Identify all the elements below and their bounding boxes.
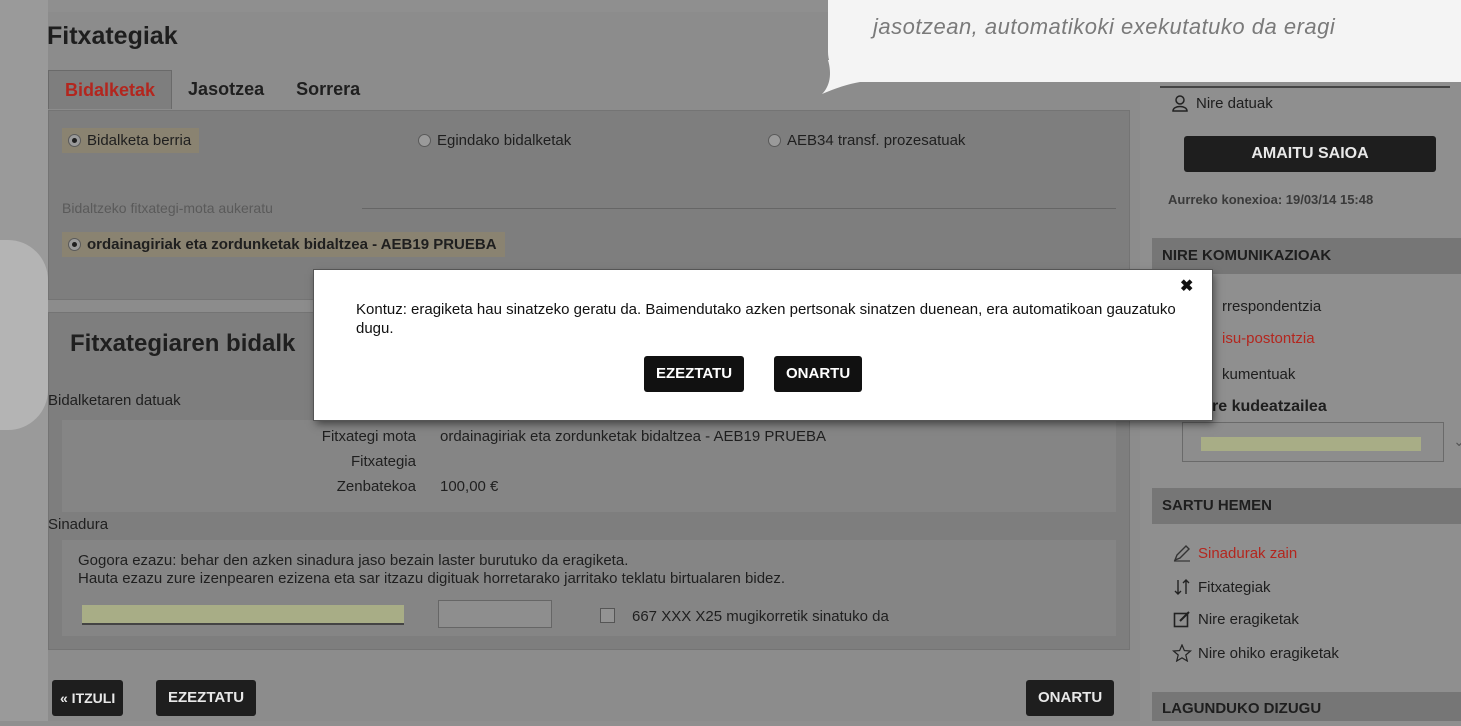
mobile-sign-checkbox[interactable]: [600, 608, 615, 623]
chevron-down-icon: ⌄: [1453, 433, 1461, 449]
radio-label: ordainagiriak eta zordunketak bidaltzea …: [87, 236, 497, 253]
sidebar-item-pending-signatures[interactable]: Sinadurak zain: [1172, 544, 1297, 562]
callout-text: jasotzean, automatikoki exekutatuko da e…: [873, 14, 1336, 39]
tab-sorrera[interactable]: Sorrera: [280, 70, 376, 108]
signature-line1: Gogora ezazu: behar den azken sinadura j…: [78, 552, 629, 569]
sidebar-item-files[interactable]: Fitxategiak: [1172, 578, 1271, 596]
signature-heading: Sinadura: [48, 516, 109, 533]
sidebar-item-label: Sinadurak zain: [1198, 544, 1298, 562]
radio-label: AEB34 transf. prozesatuak: [787, 132, 966, 149]
back-button[interactable]: « ITZULI: [52, 680, 124, 716]
radio-label: Bidalketa berria: [87, 132, 192, 149]
data-heading: Bidalketaren datuak: [48, 392, 181, 409]
sort-arrows-icon: [1172, 578, 1192, 596]
sidebar-my-data[interactable]: Nire datuak: [1170, 94, 1273, 112]
close-icon[interactable]: ✖: [1180, 276, 1193, 296]
user-icon: [1170, 94, 1190, 112]
sidebar-item-usual-operations[interactable]: Nire ohiko eragiketak: [1172, 644, 1339, 662]
radio-new-send[interactable]: Bidalketa berria: [62, 128, 200, 153]
confirm-dialog: ✖ Kontuz: eragiketa hau sinatzeko geratu…: [314, 270, 1212, 420]
section-title: Fitxategiaren bidalk: [70, 330, 296, 357]
enter-section-title: SARTU HEMEN: [1152, 488, 1461, 524]
accept-button[interactable]: ONARTU: [1026, 680, 1115, 716]
radio-aeb34[interactable]: AEB34 transf. prozesatuak: [768, 132, 965, 149]
star-icon: [1172, 644, 1192, 662]
detail-label: Zenbatekoa: [336, 478, 416, 495]
comms-section-title: NIRE KOMUNIKAZIOAK: [1152, 238, 1461, 274]
cancel-button[interactable]: EZEZTATU: [156, 680, 257, 716]
sidebar-item-my-operations[interactable]: Nire eragiketak: [1172, 610, 1299, 628]
sidebar-item-label: Nire datuak: [1196, 94, 1273, 112]
callout-tail: [822, 60, 860, 94]
digits-input[interactable]: [438, 600, 552, 628]
radio-done-sends[interactable]: Egindako bidalketak: [418, 132, 571, 149]
radio-file-type[interactable]: ordainagiriak eta zordunketak bidaltzea …: [62, 232, 505, 257]
sidebar-item-notice-box[interactable]: isu-postontzia: [1222, 330, 1315, 347]
tab-jasotzea[interactable]: Jasotzea: [172, 70, 280, 108]
dropdown-value: [1201, 437, 1421, 451]
mobile-sign-label: 667 XXX X25 mugikorretik sinatuko da: [632, 608, 889, 625]
tab-bar: Bidalketak Jasotzea Sorrera: [48, 70, 376, 110]
file-type-legend: Bidaltzeko fitxategi-mota aukeratu: [62, 200, 273, 216]
dialog-cancel-button[interactable]: EZEZTATU: [644, 356, 745, 392]
sidebar-divider: [1160, 86, 1450, 88]
sidebar-item-label: Fitxategiak: [1198, 578, 1271, 596]
alias-select[interactable]: [82, 605, 404, 625]
detail-value: ordainagiriak eta zordunketak bidaltzea …: [440, 428, 827, 445]
manager-dropdown[interactable]: ⌄: [1182, 422, 1461, 462]
sidebar-item-correspondence[interactable]: rrespondentzia: [1222, 298, 1321, 315]
sidebar-item-manager[interactable]: re kudeatzailea: [1212, 398, 1327, 416]
detail-label: Fitxategi mota: [321, 428, 416, 445]
help-section-title: LAGUNDUKO DIZUGU: [1152, 692, 1461, 721]
left-background: [0, 0, 48, 721]
radio-selected-icon: [68, 134, 81, 147]
detail-value: 100,00 €: [440, 478, 499, 495]
detail-label: Fitxategia: [350, 453, 416, 470]
logout-button[interactable]: AMAITU SAIOA: [1184, 136, 1436, 172]
edit-box-icon: [1172, 610, 1192, 628]
sidebar-item-documents[interactable]: kumentuak: [1222, 366, 1295, 383]
sidebar-item-label: Nire eragiketak: [1198, 610, 1299, 628]
sidebar-item-label: Nire ohiko eragiketak: [1198, 644, 1339, 662]
signature-line2: Hauta ezazu zure izenpearen ezizena eta …: [78, 570, 786, 587]
last-connection: Aurreko konexioa: 19/03/14 15:48: [1168, 192, 1374, 207]
page-title: Fitxategiak: [47, 22, 178, 50]
callout-bubble: jasotzean, automatikoki exekutatuko da e…: [828, 0, 1461, 82]
divider: [362, 208, 1116, 209]
radio-selected-icon: [68, 238, 81, 251]
pen-icon: [1172, 544, 1192, 562]
tab-bidalketak[interactable]: Bidalketak: [48, 70, 173, 109]
dialog-message: Kontuz: eragiketa hau sinatzeko geratu d…: [356, 301, 1176, 337]
background-shape: [0, 240, 48, 430]
radio-icon: [418, 134, 431, 147]
radio-icon: [768, 134, 781, 147]
dialog-accept-button[interactable]: ONARTU: [774, 356, 863, 392]
radio-label: Egindako bidalketak: [437, 132, 572, 149]
